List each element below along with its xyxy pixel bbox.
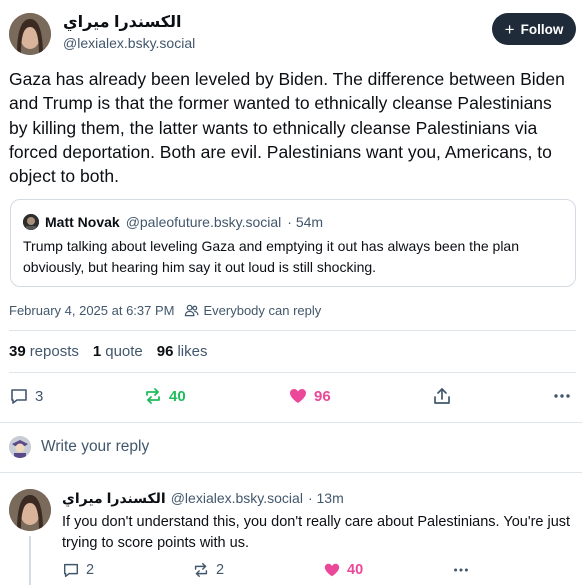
reply-actions: 2 2 40 (62, 561, 577, 581)
reply-like-button[interactable]: 40 (323, 561, 363, 579)
divider (0, 472, 582, 473)
reply-icon (11, 389, 27, 404)
post-header: الكسندرا ميراي @lexialex.bsky.social + F… (9, 12, 576, 56)
quoted-post-header: Matt Novak @paleofuture.bsky.social · 54… (23, 213, 323, 231)
follow-button[interactable]: + Follow (492, 13, 576, 45)
share-button[interactable] (432, 386, 452, 406)
divider (0, 422, 582, 423)
quoted-post-time: · 54m (287, 214, 324, 230)
like-button[interactable]: 96 (288, 386, 331, 406)
current-user-avatar (9, 436, 31, 458)
post-actions: 3 40 96 (9, 386, 572, 408)
reply-placeholder: Write your reply (41, 438, 150, 455)
reply-text: If you don't understand this, you don't … (62, 514, 571, 551)
divider (9, 372, 576, 373)
ellipsis-icon (554, 394, 570, 398)
reply-button[interactable]: 3 (9, 386, 43, 406)
reply-icon (63, 563, 79, 578)
reply-header: الكسندرا ميراي @lexialex.bsky.social · 1… (62, 488, 344, 508)
reply-author-handle[interactable]: @lexialex.bsky.social (171, 488, 303, 508)
post-timestamp[interactable]: February 4, 2025 at 6:37 PM (9, 303, 174, 318)
reply-like-count: 40 (347, 562, 364, 578)
quoted-author-avatar (23, 214, 39, 230)
quoted-author-handle: @paleofuture.bsky.social (125, 214, 282, 230)
plus-icon: + (504, 19, 515, 39)
author-display-name[interactable]: الكسندرا ميراي (63, 12, 195, 33)
people-icon (185, 304, 199, 317)
repost-icon (194, 562, 208, 578)
reply-setting-label: Everybody can reply (203, 303, 322, 318)
author-avatar[interactable] (9, 13, 51, 55)
reply-more-options-button[interactable] (452, 561, 470, 579)
repost-button[interactable]: 40 (143, 386, 186, 406)
ellipsis-icon (454, 568, 468, 572)
divider (9, 330, 576, 331)
reply-author-avatar[interactable] (9, 489, 51, 531)
reply-reply-count: 2 (86, 562, 95, 578)
reply-author-name[interactable]: الكسندرا ميراي (62, 488, 166, 508)
repost-icon (146, 388, 160, 404)
share-icon (434, 388, 450, 404)
reply-reply-button[interactable]: 2 (62, 561, 94, 579)
reply-time: · 13m (307, 490, 344, 506)
author-handle[interactable]: @lexialex.bsky.social (63, 33, 195, 53)
reply-count: 3 (35, 387, 44, 405)
engagement-counts: 39 reposts 1 quote 96 likes (9, 343, 207, 360)
quotes-count[interactable]: 1 quote (93, 343, 143, 360)
reply-composer[interactable]: Write your reply (9, 436, 149, 458)
post-meta: February 4, 2025 at 6:37 PM Everybody ca… (9, 303, 321, 318)
follow-label: Follow (520, 21, 564, 37)
reply-setting: Everybody can reply (184, 303, 321, 318)
quoted-author-name: Matt Novak (45, 214, 120, 230)
reply-repost-count: 2 (216, 562, 225, 578)
more-options-button[interactable] (552, 386, 572, 406)
like-count: 96 (314, 387, 331, 405)
reposts-count[interactable]: 39 reposts (9, 343, 79, 360)
quoted-post[interactable]: Matt Novak @paleofuture.bsky.social · 54… (10, 199, 576, 287)
heart-icon (324, 563, 340, 577)
post-text: Gaza has already been leveled by Biden. … (9, 69, 565, 187)
thread-line (29, 536, 31, 585)
reply-repost-button[interactable]: 2 (192, 561, 224, 579)
quoted-post-text: Trump talking about leveling Gaza and em… (23, 238, 520, 275)
repost-count: 40 (169, 387, 186, 405)
heart-icon (290, 389, 306, 403)
likes-count[interactable]: 96 likes (157, 343, 208, 360)
author-name-block: الكسندرا ميراي @lexialex.bsky.social (63, 12, 195, 53)
